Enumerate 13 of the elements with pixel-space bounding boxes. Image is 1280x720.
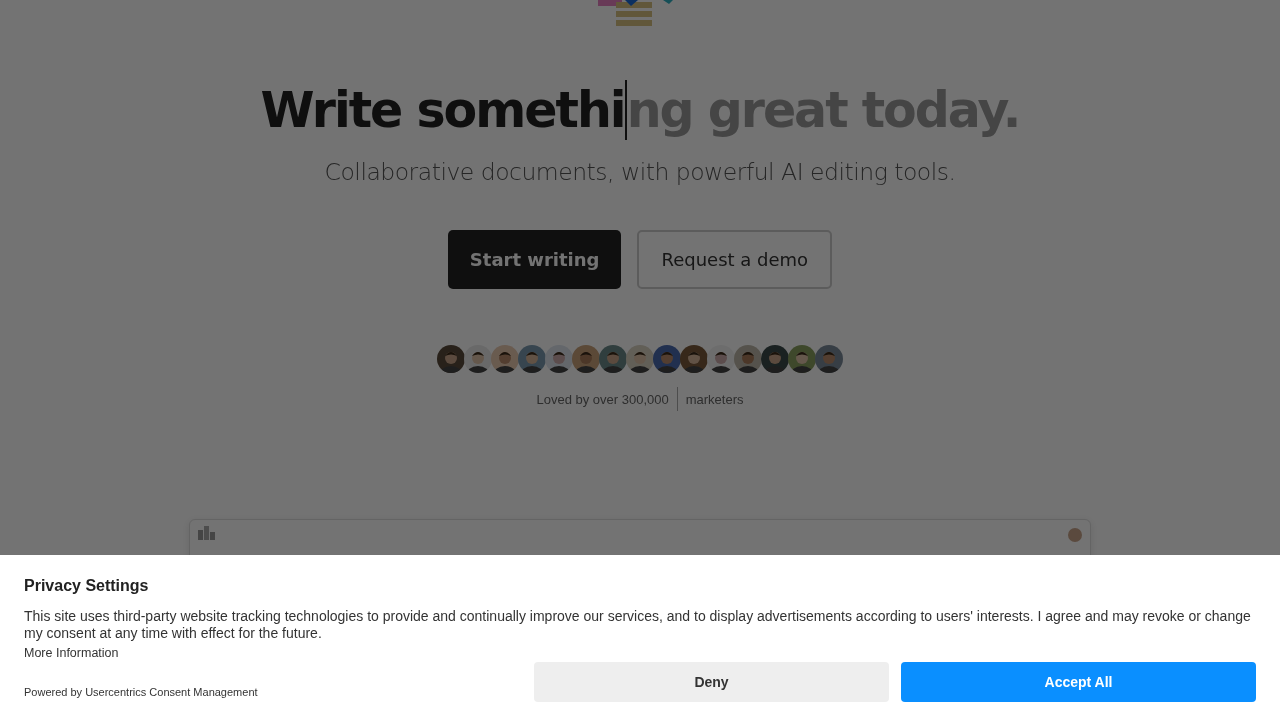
accept-all-button[interactable]: Accept All	[901, 662, 1256, 702]
banner-text: This site uses third-party website tracking technologies to provide and continually improve our services, and to display advertisements according to users' interests. I agree and may revoke or change my consent at any time with effect for the future.	[24, 608, 1252, 642]
logo-icon	[198, 526, 216, 540]
banner-title: Privacy Settings	[24, 577, 150, 595]
powered-by-text: Powered by Usercentrics Consent Management	[24, 686, 258, 700]
request-demo-button[interactable]: Request a demo	[637, 230, 833, 289]
start-writing-button[interactable]: Start writing	[447, 230, 622, 289]
audience-text: marketers	[685, 391, 744, 407]
avatar-icon	[1068, 528, 1082, 542]
subtitle: Collaborative documents, with powerful AI editing tools.	[324, 158, 956, 186]
more-information-link[interactable]: More Information	[24, 646, 119, 660]
deny-button[interactable]: Deny	[534, 662, 889, 702]
social-proof-text: Loved by over 300,000	[536, 391, 669, 407]
